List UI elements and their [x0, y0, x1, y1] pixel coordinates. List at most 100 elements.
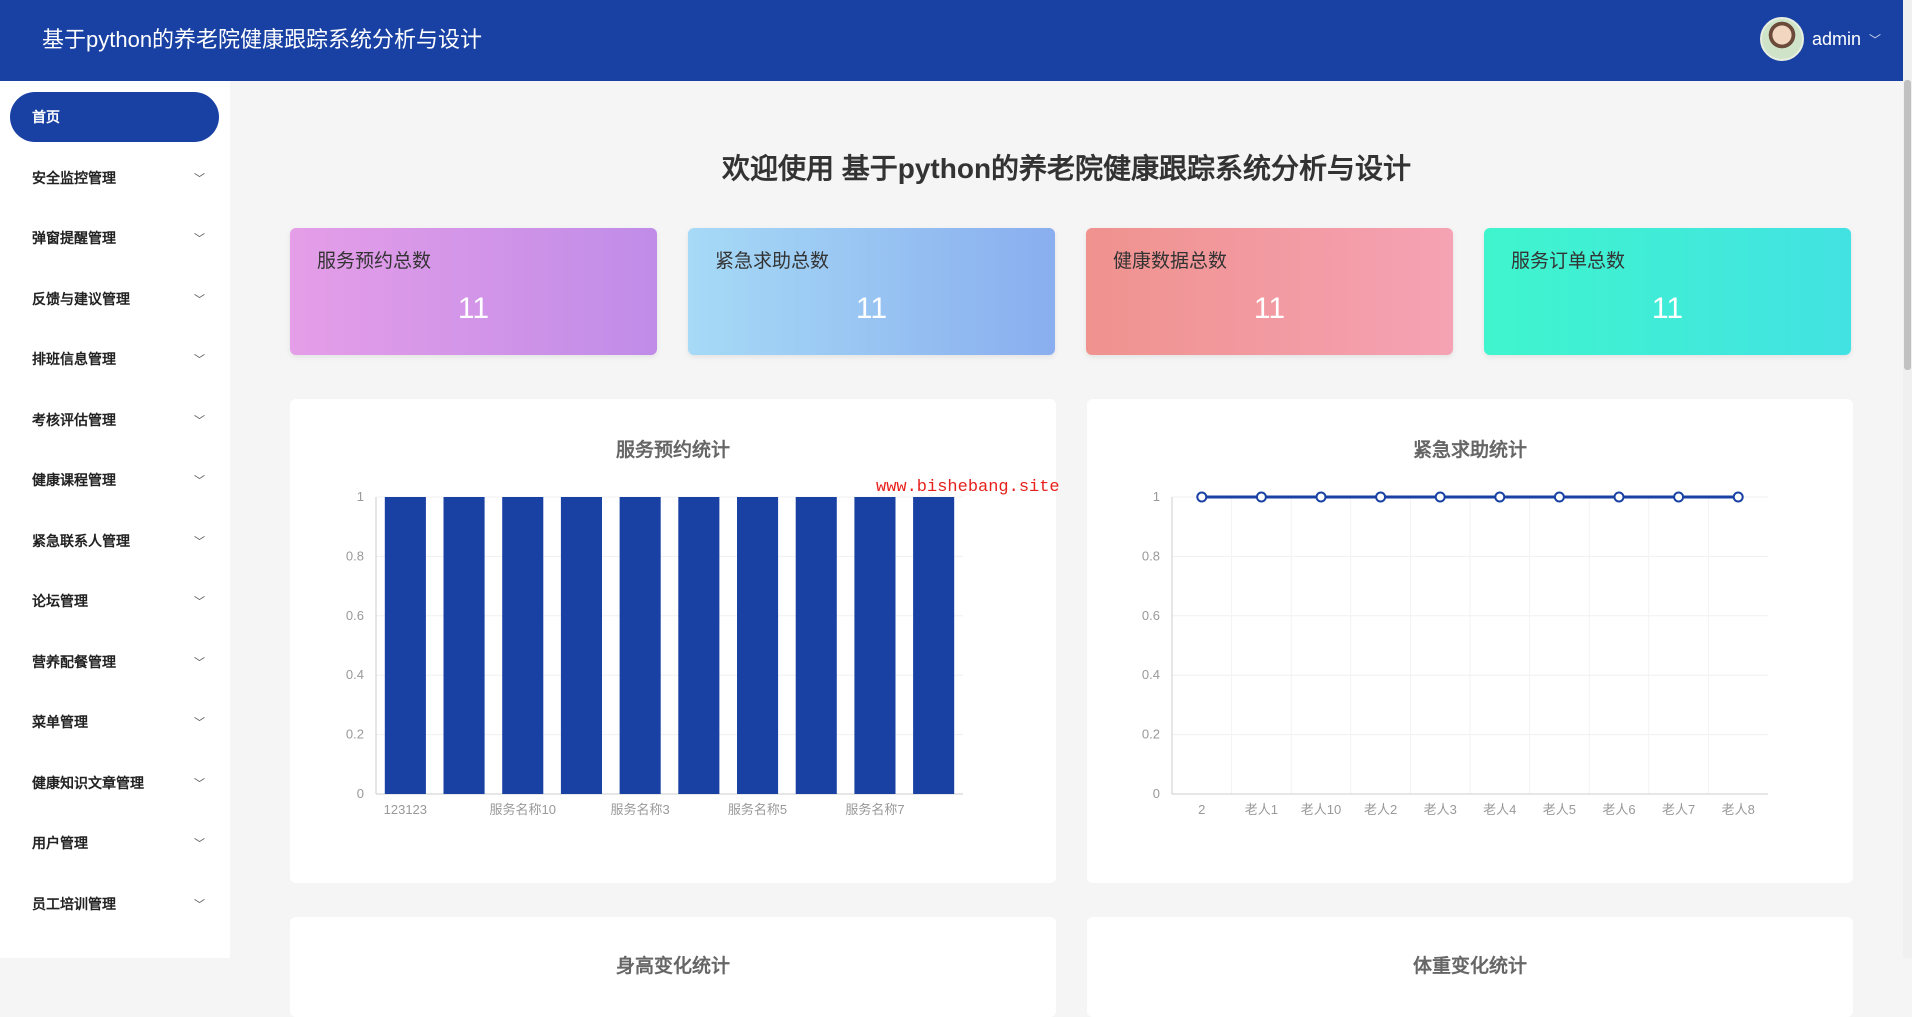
avatar	[1759, 17, 1804, 61]
data-point	[1494, 491, 1506, 503]
x-tick-label: 老人1	[1245, 802, 1278, 817]
sidebar-item[interactable]: 紧急联系人管理 ﹀	[10, 516, 219, 566]
sidebar-item-label: 用户管理	[32, 835, 88, 851]
y-tick-label: 0.6	[1142, 608, 1160, 623]
data-point	[1315, 491, 1327, 503]
sidebar-item-label: 反馈与建议管理	[32, 290, 130, 307]
data-point	[1553, 491, 1565, 503]
stat-card: 服务订单总数 11	[1484, 228, 1851, 355]
sidebar-item[interactable]: 首页	[10, 92, 219, 142]
sidebar-item-label: 论坛管理	[32, 593, 88, 609]
chart-card-weight: 体重变化统计	[1087, 917, 1853, 1017]
x-tick-label: 服务名称5	[728, 802, 787, 817]
bar	[913, 497, 955, 794]
stat-card: 紧急求助总数 11	[688, 228, 1055, 355]
stat-label: 服务订单总数	[1511, 251, 1626, 272]
stat-label: 紧急求助总数	[715, 251, 830, 272]
sidebar-item[interactable]: 菜单管理 ﹀	[10, 697, 219, 747]
page-scrollbar[interactable]	[1903, 0, 1912, 958]
sidebar-item-label: 健康课程管理	[32, 472, 116, 488]
x-tick-label: 老人10	[1301, 802, 1341, 817]
x-tick-label: 老人3	[1424, 802, 1457, 817]
stat-card: 服务预约总数 11	[290, 228, 657, 355]
sidebar-item[interactable]: 反馈与建议管理 ﹀	[10, 274, 219, 324]
data-point	[1196, 491, 1208, 503]
bar-chart: 0 0.2 0.4 0.6 0.8 1 123123 服务名称10 服务名称3 服务名称5 服务名称…	[346, 489, 963, 817]
chevron-down-icon: ﹀	[194, 414, 205, 427]
x-tick-label: 2	[1198, 802, 1205, 817]
user-menu[interactable]: admin ﹀	[1759, 17, 1881, 61]
sidebar-item[interactable]: 弹窗提醒管理 ﹀	[10, 213, 219, 263]
data-point	[1375, 491, 1387, 503]
chevron-down-icon: ﹀	[194, 475, 205, 487]
sidebar-item-label: 安全监控管理	[32, 169, 116, 186]
chart-card-height: 身高变化统计	[290, 917, 1056, 1017]
sidebar-item[interactable]: 安全监控管理 ﹀	[10, 153, 219, 203]
chevron-down-icon: ﹀	[194, 777, 205, 790]
x-tick-label: 老人8	[1722, 802, 1755, 817]
sidebar-item[interactable]: 员工培训管理 ﹀	[10, 879, 219, 929]
y-tick-label: 0	[357, 786, 364, 801]
y-tick-label: 1	[1153, 489, 1160, 504]
data-point	[1255, 491, 1267, 503]
chevron-down-icon: ﹀	[1868, 32, 1881, 47]
sidebar-item[interactable]: 论坛管理 ﹀	[10, 576, 219, 626]
sidebar-item[interactable]: 考核评估管理 ﹀	[10, 395, 219, 445]
x-tick-label: 123123	[384, 802, 427, 817]
stat-label: 服务预约总数	[317, 251, 432, 272]
chart-title: 体重变化统计	[1412, 956, 1527, 977]
bar	[384, 497, 426, 794]
x-tick-label: 服务名称10	[490, 802, 556, 817]
bar	[560, 497, 602, 794]
y-tick-label: 0.4	[346, 667, 364, 682]
chevron-down-icon: ﹀	[194, 293, 205, 306]
x-tick-label: 服务名称7	[845, 802, 904, 817]
chevron-down-icon: ﹀	[194, 596, 205, 608]
y-tick-label: 1	[357, 489, 364, 504]
bar	[619, 497, 661, 794]
stat-label: 健康数据总数	[1113, 251, 1228, 272]
data-point	[1732, 491, 1744, 503]
sidebar-item[interactable]: 营养配餐管理 ﹀	[10, 637, 219, 687]
y-tick-label: 0.6	[346, 608, 364, 623]
sidebar-item[interactable]: 健康课程管理 ﹀	[10, 455, 219, 505]
y-tick-label: 0.2	[1142, 727, 1160, 742]
chart-card-service-booking: 服务预约统计 0 0.2 0.4 0.6 0.8 1 123123 服务名称10 服务名称3 服务…	[290, 399, 1056, 883]
y-tick-label: 0.8	[1142, 548, 1160, 563]
chart-title: 身高变化统计	[615, 956, 730, 977]
main-content: 欢迎使用 基于python的养老院健康跟踪系统分析与设计 服务预约总数 11 紧急求…	[230, 81, 1903, 1017]
x-tick-label: 服务名称3	[611, 802, 670, 817]
username: admin	[1811, 28, 1861, 49]
sidebar-item-label: 首页	[32, 109, 60, 125]
y-tick-label: 0.8	[346, 548, 364, 563]
x-tick-label: 老人6	[1602, 802, 1635, 817]
sidebar-item[interactable]: 排班信息管理 ﹀	[10, 334, 219, 384]
bar	[678, 497, 720, 794]
stat-value: 11	[457, 292, 490, 325]
bar	[795, 497, 837, 794]
chevron-down-icon: ﹀	[194, 656, 205, 669]
stat-value: 11	[855, 292, 888, 325]
bar	[854, 497, 896, 794]
stat-card: 健康数据总数 11	[1086, 228, 1453, 355]
sidebar-item-label: 菜单管理	[32, 714, 88, 730]
x-tick-label: 老人2	[1364, 802, 1397, 817]
sidebar-item-label: 考核评估管理	[32, 411, 116, 428]
sidebar-item-label: 健康知识文章管理	[32, 774, 144, 791]
chevron-down-icon: ﹀	[194, 898, 205, 911]
chart-card-emergency: 紧急求助统计 0 0.2 0.4 0.6 0.8 1 2 老人1 老人10 老人2 老人3 老人4 老人…	[1087, 399, 1853, 883]
sidebar-item[interactable]: 健康知识文章管理 ﹀	[10, 758, 219, 808]
y-tick-label: 0.4	[1142, 667, 1160, 682]
sidebar-item-label: 营养配餐管理	[32, 653, 116, 670]
stat-value: 11	[1651, 292, 1684, 325]
sidebar-item-label: 弹窗提醒管理	[32, 230, 116, 246]
chevron-down-icon: ﹀	[194, 535, 205, 548]
line-chart: 0 0.2 0.4 0.6 0.8 1 2 老人1 老人10 老人2 老人3 老人4 老人5 老人6 老人7…	[1142, 489, 1768, 817]
scrollbar-thumb[interactable]	[1904, 80, 1911, 370]
x-tick-label: 老人7	[1662, 802, 1695, 817]
sidebar-item[interactable]: 用户管理 ﹀	[10, 818, 219, 868]
chevron-down-icon: ﹀	[194, 354, 205, 366]
sidebar-item-label: 员工培训管理	[32, 895, 116, 912]
x-tick-label: 老人4	[1483, 802, 1516, 817]
sidebar-item-label: 紧急联系人管理	[32, 532, 130, 549]
